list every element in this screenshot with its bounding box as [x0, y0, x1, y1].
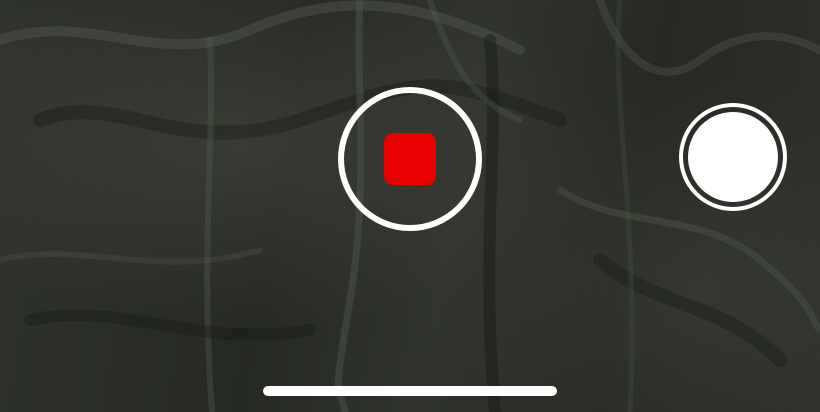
stop-recording-button[interactable] [338, 87, 482, 231]
camera-screen [0, 0, 820, 412]
home-indicator[interactable] [263, 386, 557, 396]
stop-icon [384, 133, 436, 185]
shutter-button[interactable] [679, 103, 787, 211]
shutter-icon [688, 112, 778, 202]
